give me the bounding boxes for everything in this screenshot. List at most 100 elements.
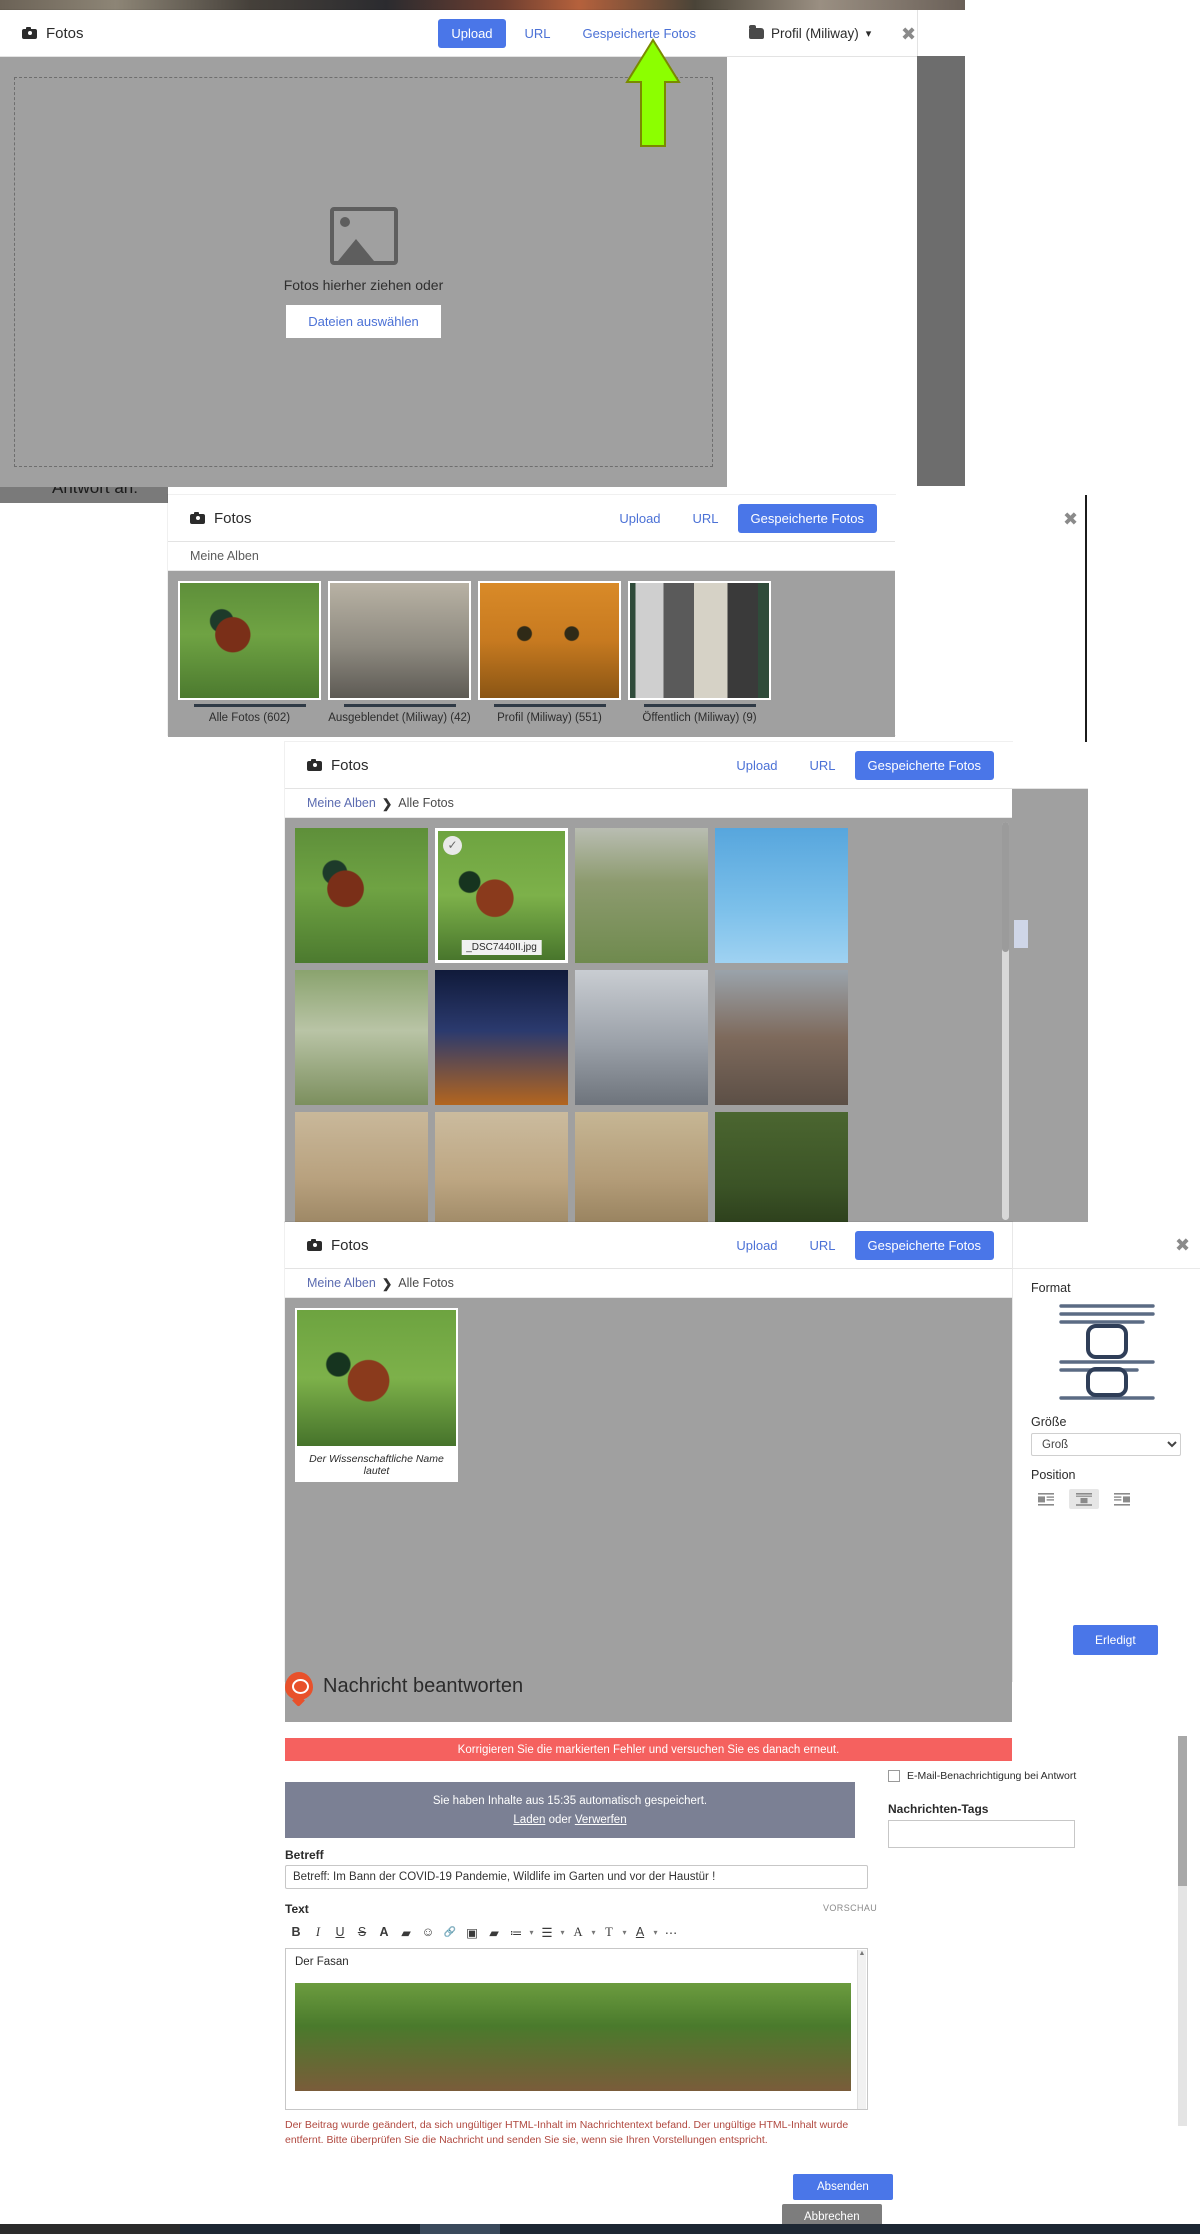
album-thumb-stack xyxy=(478,581,621,707)
dialog4-tabs: Upload URL Gespeicherte Fotos xyxy=(723,1230,1012,1260)
close-icon-dialog4[interactable]: ✖ xyxy=(1174,1236,1191,1255)
page-scrollbar-thumb[interactable] xyxy=(1178,1736,1187,1886)
strikethrough-icon[interactable]: S xyxy=(351,1921,373,1943)
video-icon[interactable]: ▰ xyxy=(395,1921,417,1943)
photo-icon[interactable]: ▣ xyxy=(461,1921,483,1943)
more-icon[interactable]: ⋯ xyxy=(660,1921,682,1943)
underline-icon[interactable]: U xyxy=(329,1921,351,1943)
photos-dialog-insert-options: Fotos Upload URL Gespeicherte Fotos Mein… xyxy=(285,1222,1012,1684)
media-icon[interactable]: ▰ xyxy=(483,1921,505,1943)
ordered-list-icon[interactable]: ≔ xyxy=(505,1921,527,1943)
tab-url[interactable]: URL xyxy=(797,751,849,780)
unordered-list-icon[interactable]: ☰ xyxy=(536,1921,558,1943)
chevron-down-icon[interactable]: ▾ xyxy=(620,1921,629,1943)
email-notify-row[interactable]: E-Mail-Benachrichtigung bei Antwort xyxy=(888,1770,1088,1782)
breadcrumb-my-albums[interactable]: Meine Alben xyxy=(190,549,259,563)
photo-grid-scrollbar-thumb[interactable] xyxy=(1002,822,1009,952)
photo-dropzone[interactable]: Fotos hierher ziehen oder Dateien auswäh… xyxy=(14,77,713,467)
photo-cell[interactable] xyxy=(575,1112,708,1224)
format-preview-icon xyxy=(1055,1299,1159,1403)
photo-cell[interactable] xyxy=(295,828,428,963)
chevron-down-icon[interactable]: ▾ xyxy=(651,1921,660,1943)
tab-upload[interactable]: Upload xyxy=(606,504,673,533)
message-editor[interactable]: Der Fasan ▲ xyxy=(285,1948,868,2110)
photos-dialog-grid: Fotos Upload URL Gespeicherte Fotos Mein… xyxy=(285,742,1012,1224)
tab-upload[interactable]: Upload xyxy=(723,1231,790,1260)
album-thumbnail xyxy=(178,581,321,700)
tags-input[interactable] xyxy=(888,1820,1075,1848)
link-icon[interactable]: 🔗 xyxy=(439,1921,461,1943)
submit-button[interactable]: Absenden xyxy=(793,2174,893,2200)
photo-cell[interactable] xyxy=(295,1112,428,1224)
photo-cell[interactable] xyxy=(435,970,568,1105)
breadcrumb-separator-icon: ❯ xyxy=(381,1276,393,1291)
position-left-button[interactable] xyxy=(1031,1489,1061,1509)
tab-upload[interactable]: Upload xyxy=(438,18,506,48)
choose-files-button[interactable]: Dateien auswählen xyxy=(286,304,441,338)
photo-cell[interactable] xyxy=(715,1112,848,1224)
photo-cell[interactable] xyxy=(295,970,428,1105)
breadcrumb-my-albums[interactable]: Meine Alben xyxy=(307,1276,376,1290)
photo-cell[interactable] xyxy=(715,970,848,1105)
italic-icon[interactable]: I xyxy=(307,1921,329,1943)
tab-saved-photos[interactable]: Gespeicherte Fotos xyxy=(854,1230,994,1260)
tags-label: Nachrichten-Tags xyxy=(888,1802,989,1816)
text-color-icon[interactable]: A xyxy=(373,1921,395,1943)
photo-caption[interactable]: Der Wissenschaftliche Name lautet xyxy=(295,1448,458,1482)
photo-cell[interactable] xyxy=(575,828,708,963)
album-item[interactable]: Öffentlich (Miliway) (9) xyxy=(628,581,771,724)
close-icon-dialog1[interactable]: ✖ xyxy=(900,25,917,44)
photo-filename: _DSC7440II.jpg xyxy=(461,940,542,955)
chevron-down-icon[interactable]: ▾ xyxy=(589,1921,598,1943)
bold-icon[interactable]: B xyxy=(285,1921,307,1943)
check-icon: ✓ xyxy=(443,836,462,855)
breadcrumb-my-albums[interactable]: Meine Alben xyxy=(307,796,376,810)
highlight-icon[interactable]: A xyxy=(629,1921,651,1943)
chevron-down-icon[interactable]: ▾ xyxy=(527,1921,536,1943)
font-size-icon[interactable]: T xyxy=(598,1921,620,1943)
editor-inline-image[interactable] xyxy=(295,1983,851,2091)
album-item[interactable]: Ausgeblendet (Miliway) (42) xyxy=(328,581,471,724)
tab-saved-photos[interactable]: Gespeicherte Fotos xyxy=(854,750,994,780)
album-thumbnail xyxy=(478,581,621,700)
done-button-dialog4[interactable]: Erledigt xyxy=(1073,1625,1158,1655)
selected-photo-preview[interactable] xyxy=(295,1308,458,1448)
close-icon-dialog2[interactable]: ✖ xyxy=(1062,510,1079,529)
album-label: Alle Fotos (602) xyxy=(208,712,291,724)
album-profile-dropdown[interactable]: Profil (Miliway) ▾ xyxy=(727,24,871,41)
emoji-icon[interactable]: ☺ xyxy=(417,1921,439,1943)
tab-upload[interactable]: Upload xyxy=(723,751,790,780)
album-stack-bar xyxy=(643,704,756,707)
dialog1-side-header: Profil (Miliway) ▾ xyxy=(727,10,917,57)
scroll-up-icon[interactable]: ▲ xyxy=(858,1950,866,1958)
photo-grid: ✓ _DSC7440II.jpg xyxy=(285,818,873,1224)
dialog4-header: Fotos Upload URL Gespeicherte Fotos xyxy=(285,1222,1012,1269)
taskbar-active-item[interactable] xyxy=(420,2224,500,2234)
page-scrollbar-thumb[interactable] xyxy=(1014,920,1028,948)
editor-text-line[interactable]: Der Fasan xyxy=(286,1949,867,1975)
subject-input[interactable] xyxy=(285,1865,868,1889)
tab-url[interactable]: URL xyxy=(512,19,564,48)
autosave-load-link[interactable]: Laden xyxy=(513,1814,545,1826)
album-item[interactable]: Profil (Miliway) (551) xyxy=(478,581,621,724)
photo-cell-selected[interactable]: ✓ _DSC7440II.jpg xyxy=(435,828,568,963)
font-family-icon[interactable]: A xyxy=(567,1921,589,1943)
tab-saved-photos[interactable]: Gespeicherte Fotos xyxy=(737,503,877,533)
autosave-notice: Sie haben Inhalte aus 15:35 automatisch … xyxy=(285,1782,855,1838)
dialog1-title: Fotos xyxy=(46,24,84,42)
tab-url[interactable]: URL xyxy=(680,504,732,533)
position-right-button[interactable] xyxy=(1107,1489,1137,1509)
chevron-down-icon[interactable]: ▾ xyxy=(558,1921,567,1943)
email-notify-checkbox[interactable] xyxy=(888,1770,900,1782)
photo-cell[interactable] xyxy=(575,970,708,1105)
photo-cell[interactable] xyxy=(435,1112,568,1224)
preview-toggle[interactable]: VORSCHAU xyxy=(823,1903,877,1913)
tab-url[interactable]: URL xyxy=(797,1231,849,1260)
album-item[interactable]: Alle Fotos (602) xyxy=(178,581,321,724)
size-select[interactable]: Groß xyxy=(1031,1433,1181,1456)
autosave-discard-link[interactable]: Verwerfen xyxy=(575,1814,627,1826)
photo-cell[interactable] xyxy=(715,828,848,963)
position-center-button[interactable] xyxy=(1069,1489,1099,1509)
album-profile-label: Profil (Miliway) xyxy=(771,25,859,41)
editor-scrollbar[interactable]: ▲ xyxy=(857,1950,866,2109)
